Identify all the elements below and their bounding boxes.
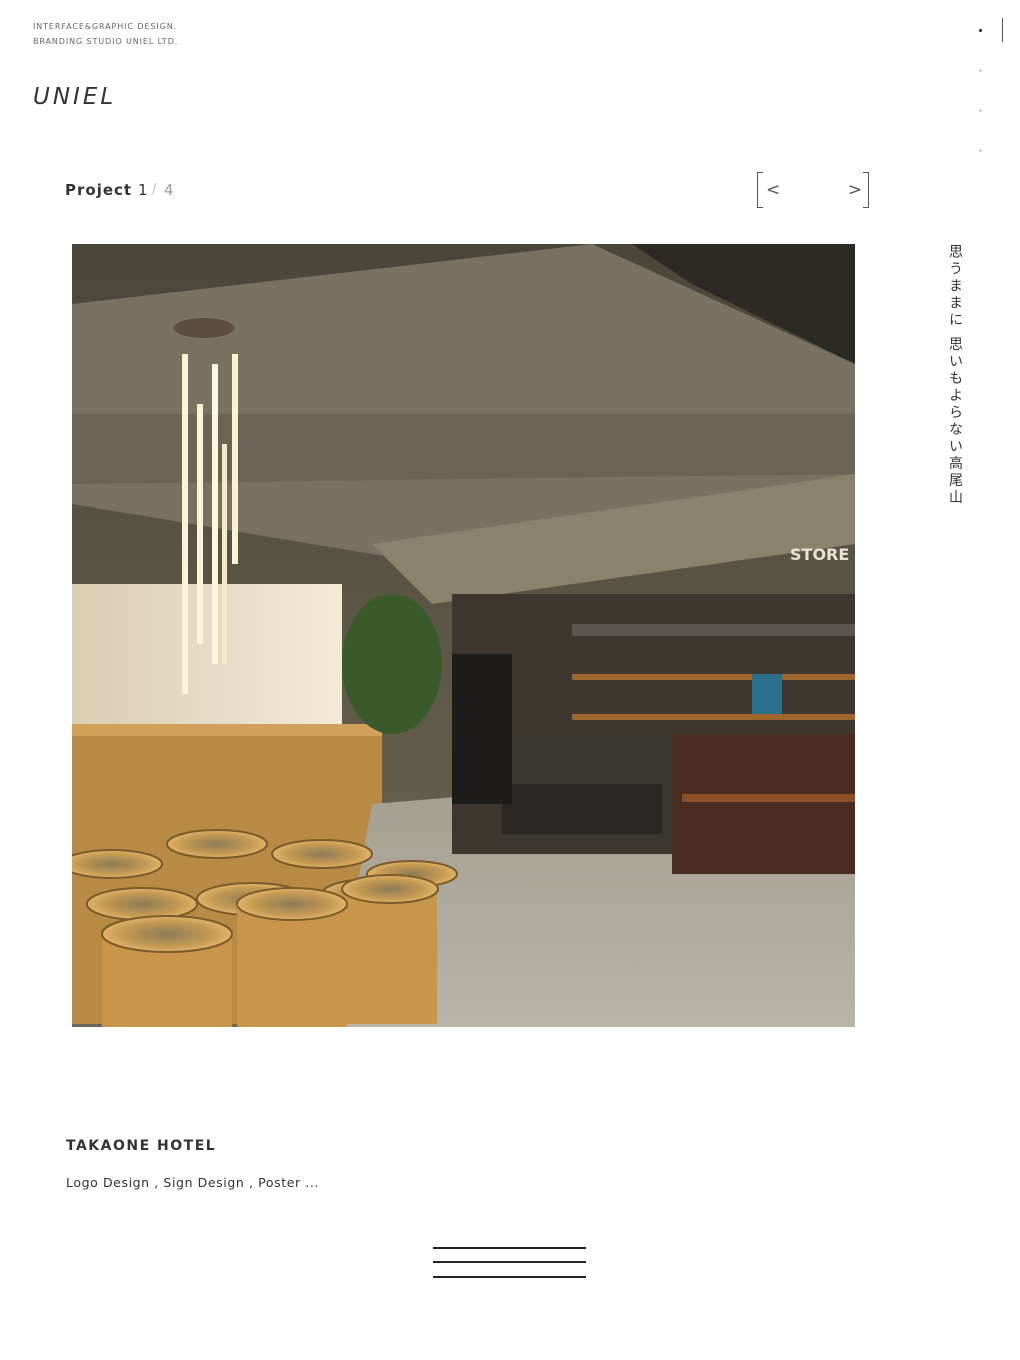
project-tags: Logo Design , Sign Design , Poster ... bbox=[66, 1175, 320, 1190]
project-title[interactable]: TAKAONE HOTEL bbox=[66, 1138, 216, 1154]
japanese-caption: 思うままに 思いもよらない高尾山 bbox=[947, 244, 963, 507]
section-dot-4[interactable] bbox=[979, 149, 982, 152]
section-dot-1[interactable] bbox=[979, 29, 982, 32]
menu-line-3 bbox=[433, 1276, 586, 1278]
project-counter-label: Project bbox=[65, 181, 133, 199]
section-dot-3[interactable] bbox=[979, 109, 982, 112]
menu-line-2 bbox=[433, 1261, 586, 1263]
tagline-line-1: INTERFACE&GRAPHIC DESIGN. bbox=[33, 22, 178, 31]
studio-tagline: INTERFACE&GRAPHIC DESIGN. BRANDING STUDI… bbox=[33, 19, 178, 49]
project-image[interactable]: STORE bbox=[72, 244, 855, 1027]
project-counter-total: 4 bbox=[164, 181, 174, 199]
svg-text:STORE: STORE bbox=[790, 545, 849, 564]
nav-bracket-right bbox=[863, 172, 869, 208]
section-dot-2[interactable] bbox=[979, 69, 982, 72]
scroll-indicator bbox=[1002, 18, 1003, 42]
project-counter-separator: / bbox=[152, 182, 157, 197]
nav-bracket-left bbox=[757, 172, 763, 208]
menu-line-1 bbox=[433, 1247, 586, 1249]
site-logo[interactable]: UNIEL bbox=[33, 84, 116, 110]
tagline-line-2: BRANDING STUDIO UNIEL LTD. bbox=[33, 37, 179, 46]
project-counter-current: 1 bbox=[138, 181, 148, 199]
hamburger-menu-icon[interactable] bbox=[433, 1243, 586, 1281]
hotel-lobby-photo: STORE bbox=[72, 244, 855, 1027]
next-project-button[interactable]: > bbox=[838, 178, 862, 202]
prev-project-button[interactable]: < bbox=[766, 178, 790, 202]
